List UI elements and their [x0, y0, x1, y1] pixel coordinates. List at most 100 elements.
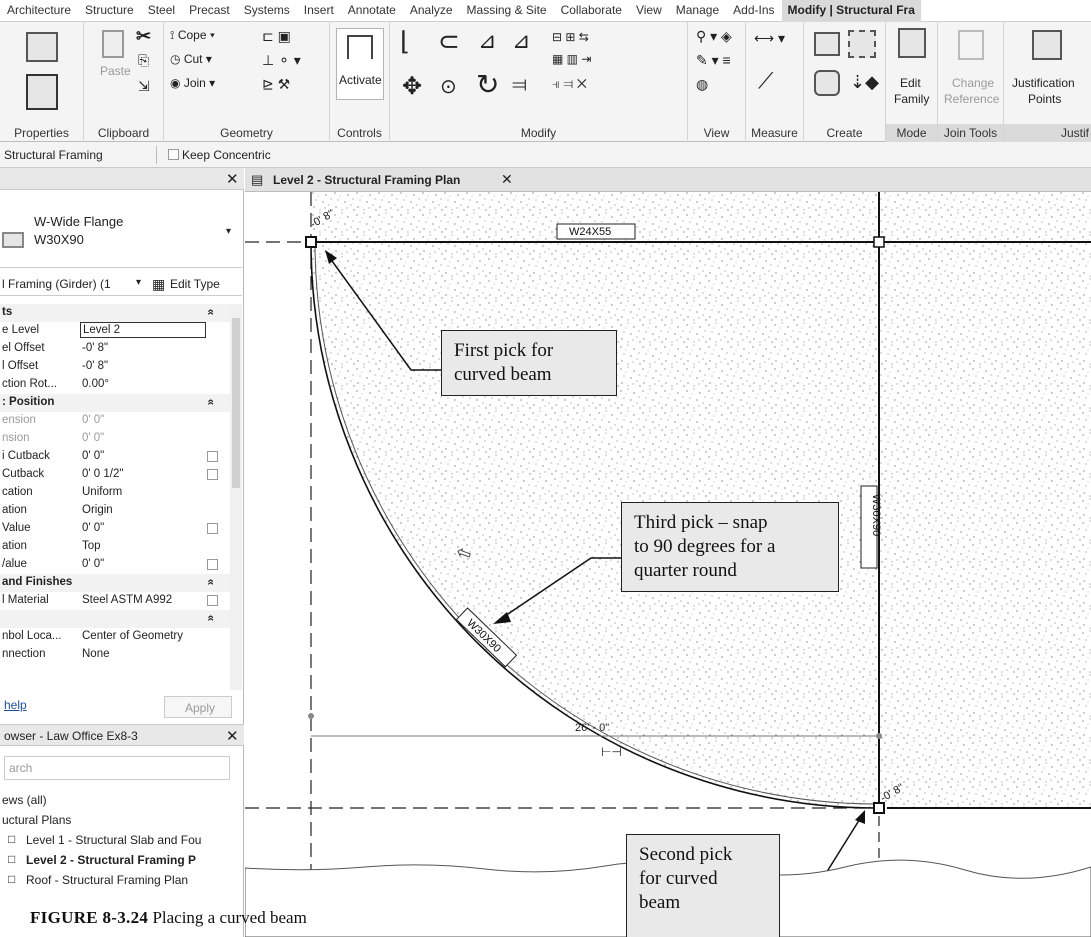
copy-element-icon[interactable]: ⊙ — [440, 74, 457, 99]
property-value[interactable]: Level 2 — [80, 322, 206, 338]
property-value[interactable]: 0' 0" — [82, 432, 104, 444]
move-icon[interactable]: ✥ — [402, 72, 422, 101]
tab-massing-site[interactable]: Massing & Site — [460, 0, 554, 22]
linework-icon[interactable]: ✎ ▾ ≡ — [696, 52, 731, 69]
cope-button[interactable]: ⟟ Cope ▾ — [170, 28, 215, 43]
filter-dropdown-icon[interactable]: ▾ — [136, 277, 141, 288]
override-graphics-icon[interactable]: ⚲ ▾ ◈ — [696, 28, 732, 45]
justification-points-icon[interactable] — [1032, 30, 1062, 60]
instance-filter[interactable]: l Framing (Girder) (1 — [2, 277, 111, 291]
array-icon[interactable]: ▦ ▥ ⇥ — [552, 52, 591, 66]
tab-modify-structural-framing[interactable]: Modify | Structural Fra — [781, 0, 921, 22]
property-row[interactable]: e Level Level 2 — [0, 322, 230, 340]
delete-icon[interactable]: ⫣ ⫤ ✕ — [552, 76, 587, 92]
associate-parameter-button[interactable] — [207, 451, 218, 462]
justification-points-label-2[interactable]: Points — [1028, 92, 1061, 106]
edit-type-button[interactable]: Edit Type — [170, 277, 220, 291]
tab-systems[interactable]: Systems — [237, 0, 297, 22]
match-properties-icon[interactable]: ⇲ — [138, 78, 150, 95]
type-selector[interactable]: W-Wide Flange W30X90 ▾ — [0, 192, 242, 268]
collapse-group-icon[interactable]: » — [205, 615, 217, 621]
tab-insert[interactable]: Insert — [297, 0, 341, 22]
justification-points-label-1[interactable]: Justification — [1012, 76, 1075, 90]
property-row[interactable]: el Offset -0' 8" — [0, 340, 230, 358]
browser-item[interactable]: □ Level 2 - Structural Framing P — [0, 850, 230, 870]
wall-joins-icon[interactable]: ⊥ ⚬ ▾ — [262, 52, 301, 69]
tab-annotate[interactable]: Annotate — [341, 0, 403, 22]
browser-item[interactable]: □ Level 1 - Structural Slab and Fou — [0, 830, 230, 850]
collapse-group-icon[interactable]: » — [205, 399, 217, 405]
type-dropdown-icon[interactable]: ▾ — [226, 226, 231, 237]
split-face-icon[interactable]: ⊏ ▣ — [262, 28, 291, 45]
property-row[interactable]: nnection None — [0, 646, 230, 664]
paste-icon[interactable] — [102, 30, 124, 58]
associate-parameter-button[interactable] — [207, 523, 218, 534]
property-value[interactable]: None — [82, 648, 110, 660]
type-properties-icon[interactable] — [26, 74, 58, 110]
paste-button[interactable]: Paste — [100, 64, 131, 78]
edit-family-label-1[interactable]: Edit — [900, 76, 921, 90]
property-value[interactable]: -0' 8" — [82, 342, 108, 354]
property-value[interactable]: Origin — [82, 504, 113, 516]
tab-add-ins[interactable]: Add-Ins — [726, 0, 781, 22]
properties-scrollbar[interactable] — [230, 304, 242, 690]
create-group-icon[interactable] — [814, 32, 840, 56]
associate-parameter-button[interactable] — [207, 595, 218, 606]
split-element-icon[interactable]: ⊟ ⊞ ⇆ — [552, 30, 589, 44]
tab-steel[interactable]: Steel — [141, 0, 182, 22]
associate-parameter-button[interactable] — [207, 469, 218, 480]
property-value[interactable]: 0' 0" — [82, 558, 104, 570]
property-group-header[interactable]: : Position » — [0, 394, 230, 412]
property-group-header[interactable]: and Finishes » — [0, 574, 230, 592]
property-value[interactable]: Center of Geometry — [82, 630, 183, 642]
close-properties-icon[interactable]: ✕ — [226, 170, 239, 188]
browser-item[interactable]: □ Roof - Structural Framing Plan — [0, 870, 230, 890]
property-row[interactable]: nsion 0' 0" — [0, 430, 230, 448]
close-view-tab-icon[interactable]: ✕ — [501, 171, 513, 188]
collapse-group-icon[interactable]: » — [205, 309, 217, 315]
tab-structure[interactable]: Structure — [78, 0, 141, 22]
close-browser-icon[interactable]: ✕ — [226, 727, 239, 745]
property-value[interactable]: 0.00° — [82, 378, 109, 390]
properties-icon[interactable] — [26, 32, 58, 62]
property-row[interactable]: ension 0' 0" — [0, 412, 230, 430]
tab-architecture[interactable]: Architecture — [0, 0, 78, 22]
property-value[interactable]: Top — [82, 540, 101, 552]
property-row[interactable]: i Cutback 0' 0" — [0, 448, 230, 466]
apply-button[interactable]: Apply — [164, 696, 232, 718]
measure-icon[interactable]: ⟷ ▾ — [754, 30, 785, 47]
copy-icon[interactable]: ⎘ — [138, 52, 149, 69]
trim-extend-icon[interactable]: ⫤ — [512, 74, 527, 97]
property-row[interactable]: Cutback 0' 0 1/2" — [0, 466, 230, 484]
properties-scrollbar-thumb[interactable] — [232, 318, 240, 488]
keep-concentric-checkbox[interactable] — [168, 149, 179, 160]
collapse-group-icon[interactable]: » — [205, 579, 217, 585]
align-icon[interactable]: ⌊ — [400, 26, 410, 57]
join-button[interactable]: ◉ Join ▾ — [170, 76, 215, 90]
mirror-pick-axis-icon[interactable]: ⊿ — [478, 28, 496, 54]
property-value[interactable]: Steel ASTM A992 — [82, 594, 172, 606]
mirror-draw-axis-icon[interactable]: ⊿ — [512, 28, 530, 54]
property-row[interactable]: ation Origin — [0, 502, 230, 520]
property-group-header[interactable]: ts » — [0, 304, 230, 322]
offset-icon[interactable]: ⊂ — [438, 26, 460, 57]
create-parts-icon[interactable]: ⇣◆ — [850, 72, 879, 93]
property-row[interactable]: l Material Steel ASTM A992 — [0, 592, 230, 610]
browser-item[interactable]: ews (all) — [0, 790, 230, 810]
cut-geometry-button[interactable]: ◷ Cut ▾ — [170, 52, 212, 66]
property-value[interactable]: -0' 8" — [82, 360, 108, 372]
browser-search-input[interactable]: arch — [4, 756, 230, 780]
property-value[interactable]: 0' 0" — [82, 450, 104, 462]
paint-icon[interactable]: ◍ — [696, 76, 708, 93]
property-value[interactable]: 0' 0" — [82, 522, 104, 534]
view-tab-title[interactable]: Level 2 - Structural Framing Plan — [273, 173, 460, 187]
tab-manage[interactable]: Manage — [669, 0, 726, 22]
property-group-header[interactable]: » — [0, 610, 230, 628]
create-assembly-icon[interactable] — [814, 70, 840, 96]
rotate-icon[interactable]: ↻ — [476, 68, 499, 101]
associate-parameter-button[interactable] — [207, 559, 218, 570]
property-value[interactable]: Uniform — [82, 486, 122, 498]
browser-item[interactable]: uctural Plans — [0, 810, 230, 830]
tab-collaborate[interactable]: Collaborate — [554, 0, 629, 22]
aligned-dimension-icon[interactable]: ⟋ — [758, 68, 773, 94]
